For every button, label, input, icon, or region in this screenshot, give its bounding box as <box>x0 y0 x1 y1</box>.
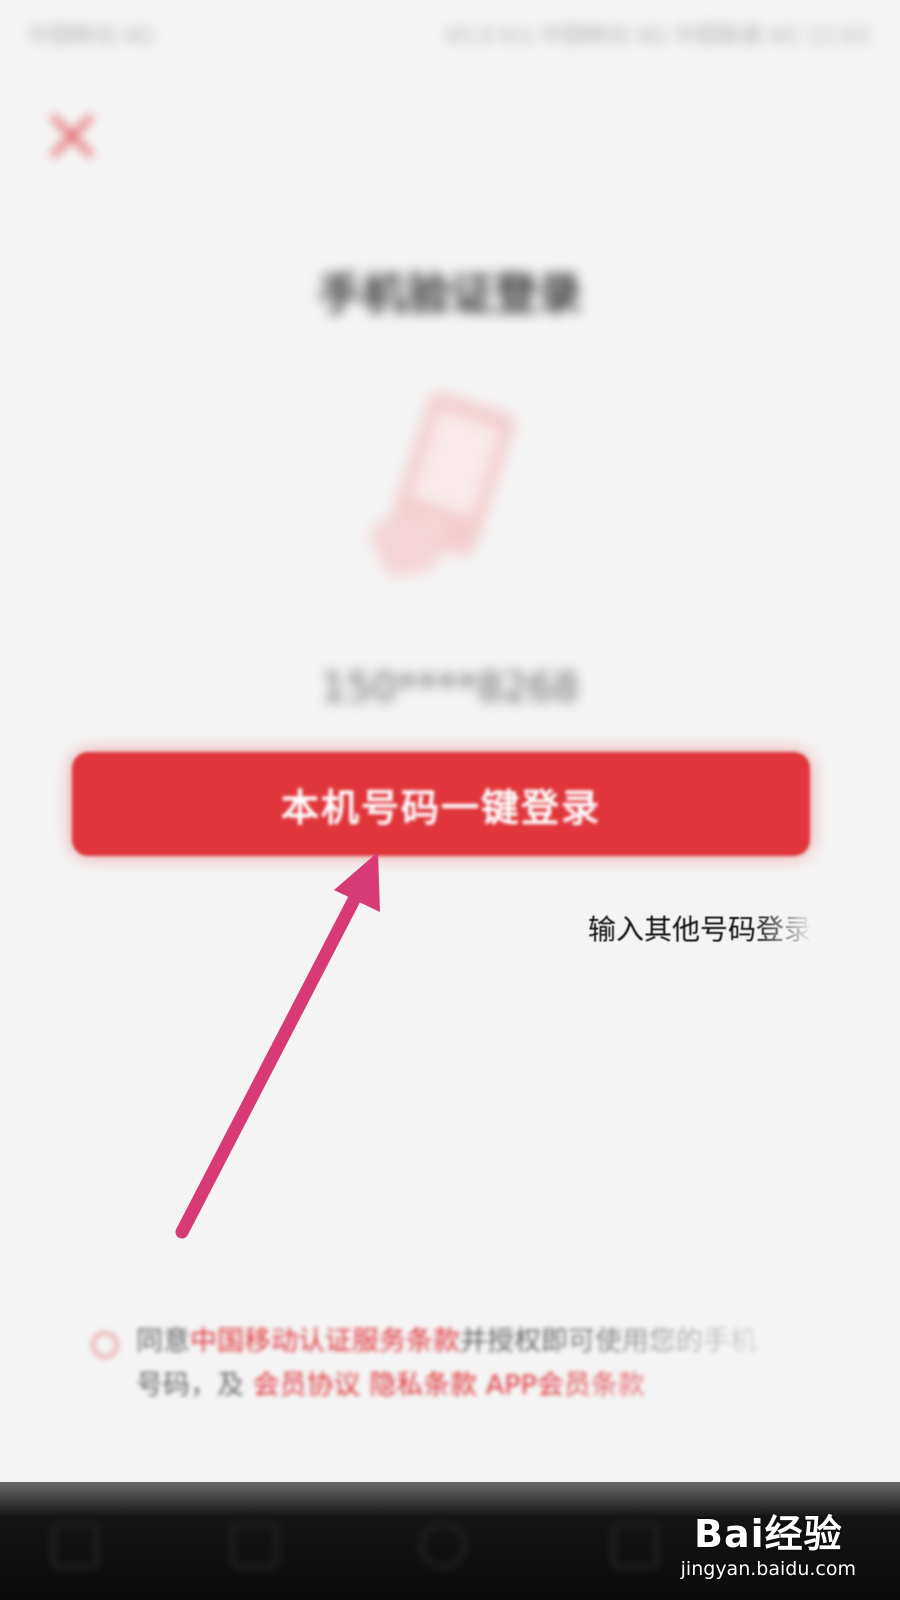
navigation-bar: Bai经验 jingyan.baidu.com <box>0 1482 900 1600</box>
agreement-text: 同意中国移动认证服务条款并授权即可使用您的手机 号码，及 会员协议 隐私条款 A… <box>92 1320 812 1408</box>
other-number-login-link[interactable]: 输入其他号码登录 <box>588 908 812 948</box>
masked-phone-number: 150****8268 <box>320 665 580 711</box>
phone-icon <box>368 392 515 576</box>
agreement-middle: 并授权即可使用您的手机 <box>460 1326 757 1357</box>
status-bar: 中国移动 4G 45.0 K/s 中国移动 4G 中国联通 4G 12:03 <box>0 0 900 60</box>
status-right-info: 45.0 K/s 中国移动 4G 中国联通 4G 12:03 <box>444 24 870 49</box>
one-click-login-button[interactable]: 本机号码一键登录 <box>72 752 810 856</box>
watermark-url: jingyan.baidu.com <box>680 1558 856 1580</box>
nav-recent-icon[interactable] <box>420 1522 466 1568</box>
cmcc-terms-link[interactable]: 中国移动认证服务条款 <box>190 1326 460 1357</box>
watermark-logo: Bai经验 <box>694 1512 843 1556</box>
privacy-terms-link[interactable]: 隐私条款 <box>369 1370 477 1401</box>
member-agreement-link[interactable]: 会员协议 <box>253 1370 361 1401</box>
app-member-terms-link[interactable]: APP会员条款 <box>486 1370 645 1401</box>
agreement-line2-prefix: 号码，及 <box>136 1370 244 1401</box>
nav-home-icon[interactable] <box>232 1522 278 1568</box>
nav-back-icon[interactable] <box>52 1522 98 1568</box>
close-icon[interactable] <box>44 108 100 164</box>
agreement-checkbox[interactable] <box>92 1332 118 1358</box>
agreement-line-2: 号码，及 会员协议 隐私条款 APP会员条款 <box>136 1364 812 1408</box>
page-title: 手机验证登录 <box>318 269 582 320</box>
watermark: Bai经验 jingyan.baidu.com <box>681 1503 856 1580</box>
status-carrier: 中国移动 4G <box>28 24 155 49</box>
agreement-line-1: 同意中国移动认证服务条款并授权即可使用您的手机 <box>136 1320 812 1364</box>
other-number-login-label: 输入其他号码登录 <box>587 913 812 946</box>
nav-menu-icon[interactable] <box>612 1522 658 1568</box>
agreement-prefix: 同意 <box>136 1326 190 1357</box>
login-screen: 中国移动 4G 45.0 K/s 中国移动 4G 中国联通 4G 12:03 手… <box>0 0 900 1600</box>
